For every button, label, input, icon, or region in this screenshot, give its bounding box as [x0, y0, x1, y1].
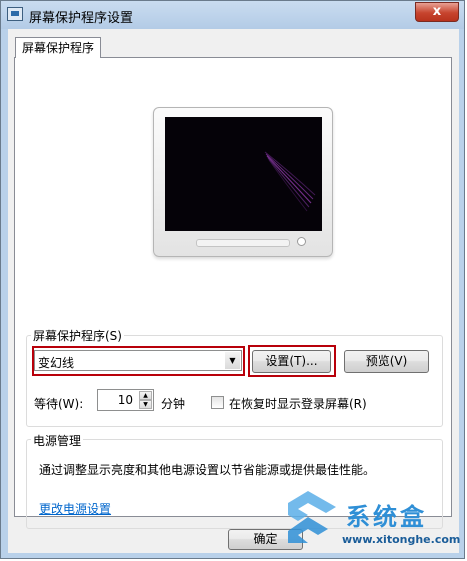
highlight-box-settings	[248, 345, 336, 377]
wait-minutes-stepper[interactable]: 10 ▲ ▼	[97, 389, 154, 411]
tab-screensaver[interactable]: 屏幕保护程序	[15, 37, 101, 58]
power-group-label: 电源管理	[31, 432, 84, 449]
dialog-window: 屏幕保护程序设置 x 屏幕保护程序 屏幕保护程序(S) 变幻线 ▼ 设置(T).…	[0, 0, 465, 559]
monitor-bezel-slot	[196, 239, 290, 247]
change-power-settings-link[interactable]: 更改电源设置	[39, 500, 111, 517]
monitor-preview	[153, 107, 333, 257]
power-light-icon	[297, 237, 306, 246]
screensaver-settings-icon	[7, 7, 23, 21]
resume-login-label[interactable]: 在恢复时显示登录屏幕(R)	[229, 395, 367, 412]
highlight-box-select	[32, 346, 245, 376]
window-title: 屏幕保护程序设置	[29, 11, 134, 26]
watermark: 系统盒 www.xitonghe.com	[286, 487, 461, 557]
resume-login-checkbox[interactable]	[211, 396, 224, 409]
stepper-down-icon[interactable]: ▼	[139, 400, 152, 409]
dialog-client: 屏幕保护程序 屏幕保护程序(S) 变幻线 ▼ 设置(T)... 预览(V) 等待…	[8, 29, 459, 553]
watermark-logo-icon	[288, 491, 336, 543]
close-button[interactable]: x	[415, 2, 459, 22]
title-bar[interactable]: 屏幕保护程序设置 x	[1, 1, 464, 29]
power-description: 通过调整显示亮度和其他电源设置以节省能源或提供最佳性能。	[39, 463, 376, 477]
mystify-ribbon-graphic	[264, 151, 316, 212]
preview-screen	[165, 117, 322, 231]
wait-minutes-value[interactable]: 10	[118, 393, 133, 407]
watermark-brand: 系统盒	[346, 503, 427, 531]
screensaver-group-label: 屏幕保护程序(S)	[31, 327, 124, 344]
wait-unit-label: 分钟	[161, 397, 186, 411]
tab-panel: 屏幕保护程序(S) 变幻线 ▼ 设置(T)... 预览(V) 等待(W): 10…	[14, 57, 452, 529]
watermark-url: www.xitonghe.com	[342, 533, 461, 546]
preview-button[interactable]: 预览(V)	[344, 350, 429, 373]
stepper-up-icon[interactable]: ▲	[139, 391, 152, 400]
close-icon: x	[432, 4, 442, 19]
wait-label: 等待(W):	[34, 397, 84, 411]
